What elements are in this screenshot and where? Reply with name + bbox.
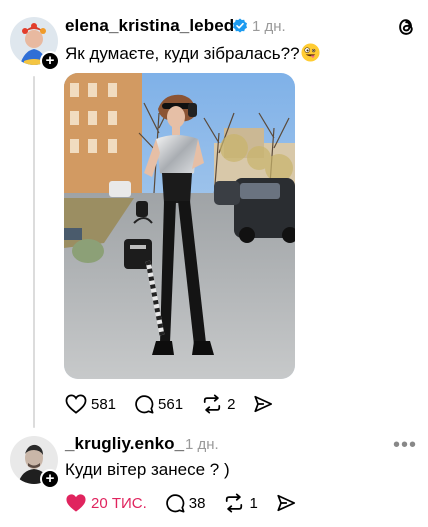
post-text-content: Як думаєте, куди зібралась??	[65, 44, 300, 63]
reply-like-count: 20 ТИС.	[91, 494, 147, 512]
follow-plus-button[interactable]: +	[40, 51, 60, 71]
comment-count: 561	[158, 395, 184, 413]
reply-comment-count: 38	[188, 494, 206, 512]
reply-repost-count: 1	[249, 494, 258, 512]
comment-icon	[166, 494, 185, 513]
post-actions: 581 561 2	[65, 394, 291, 414]
reply-text: Куди вітер занесе ? )	[65, 460, 230, 479]
reply-comment-button[interactable]: 38	[165, 493, 206, 513]
comment-icon	[135, 395, 154, 414]
send-icon	[277, 494, 295, 512]
like-count: 581	[91, 395, 117, 413]
heart-icon	[65, 394, 87, 414]
more-options-icon[interactable]: •••	[393, 435, 417, 455]
author-username[interactable]: elena_kristina_lebed	[65, 16, 234, 36]
repost-icon	[203, 394, 221, 414]
post: + elena_kristina_lebed 1 дн. Як думаєте,…	[0, 0, 428, 428]
send-icon	[254, 395, 273, 413]
thread-line	[33, 76, 35, 428]
reply-like-button[interactable]: 20 ТИС.	[65, 493, 147, 513]
repost-button[interactable]: 2	[201, 394, 235, 414]
reply-actions: 20 ТИС. 38 1	[65, 493, 314, 513]
post-timestamp: 1 дн.	[252, 18, 286, 35]
reply-timestamp: 1 дн.	[185, 436, 219, 453]
verified-badge-icon	[233, 18, 247, 33]
reply-repost-button[interactable]: 1	[223, 493, 258, 513]
comment-button[interactable]: 561	[134, 394, 183, 414]
like-button[interactable]: 581	[65, 394, 116, 414]
zany-face-icon	[301, 43, 320, 62]
repost-icon	[226, 493, 243, 513]
threads-logo-icon[interactable]	[395, 16, 417, 38]
post-photo[interactable]	[64, 73, 295, 379]
reply-share-button[interactable]	[276, 493, 296, 513]
reply-follow-plus-button[interactable]: +	[40, 469, 60, 489]
repost-count: 2	[227, 395, 236, 413]
heart-filled-icon	[66, 494, 86, 512]
reply-author-username[interactable]: _krugliy.enko_	[65, 434, 184, 454]
post-text: Як думаєте, куди зібралась??	[65, 43, 320, 64]
share-button[interactable]	[253, 394, 273, 414]
